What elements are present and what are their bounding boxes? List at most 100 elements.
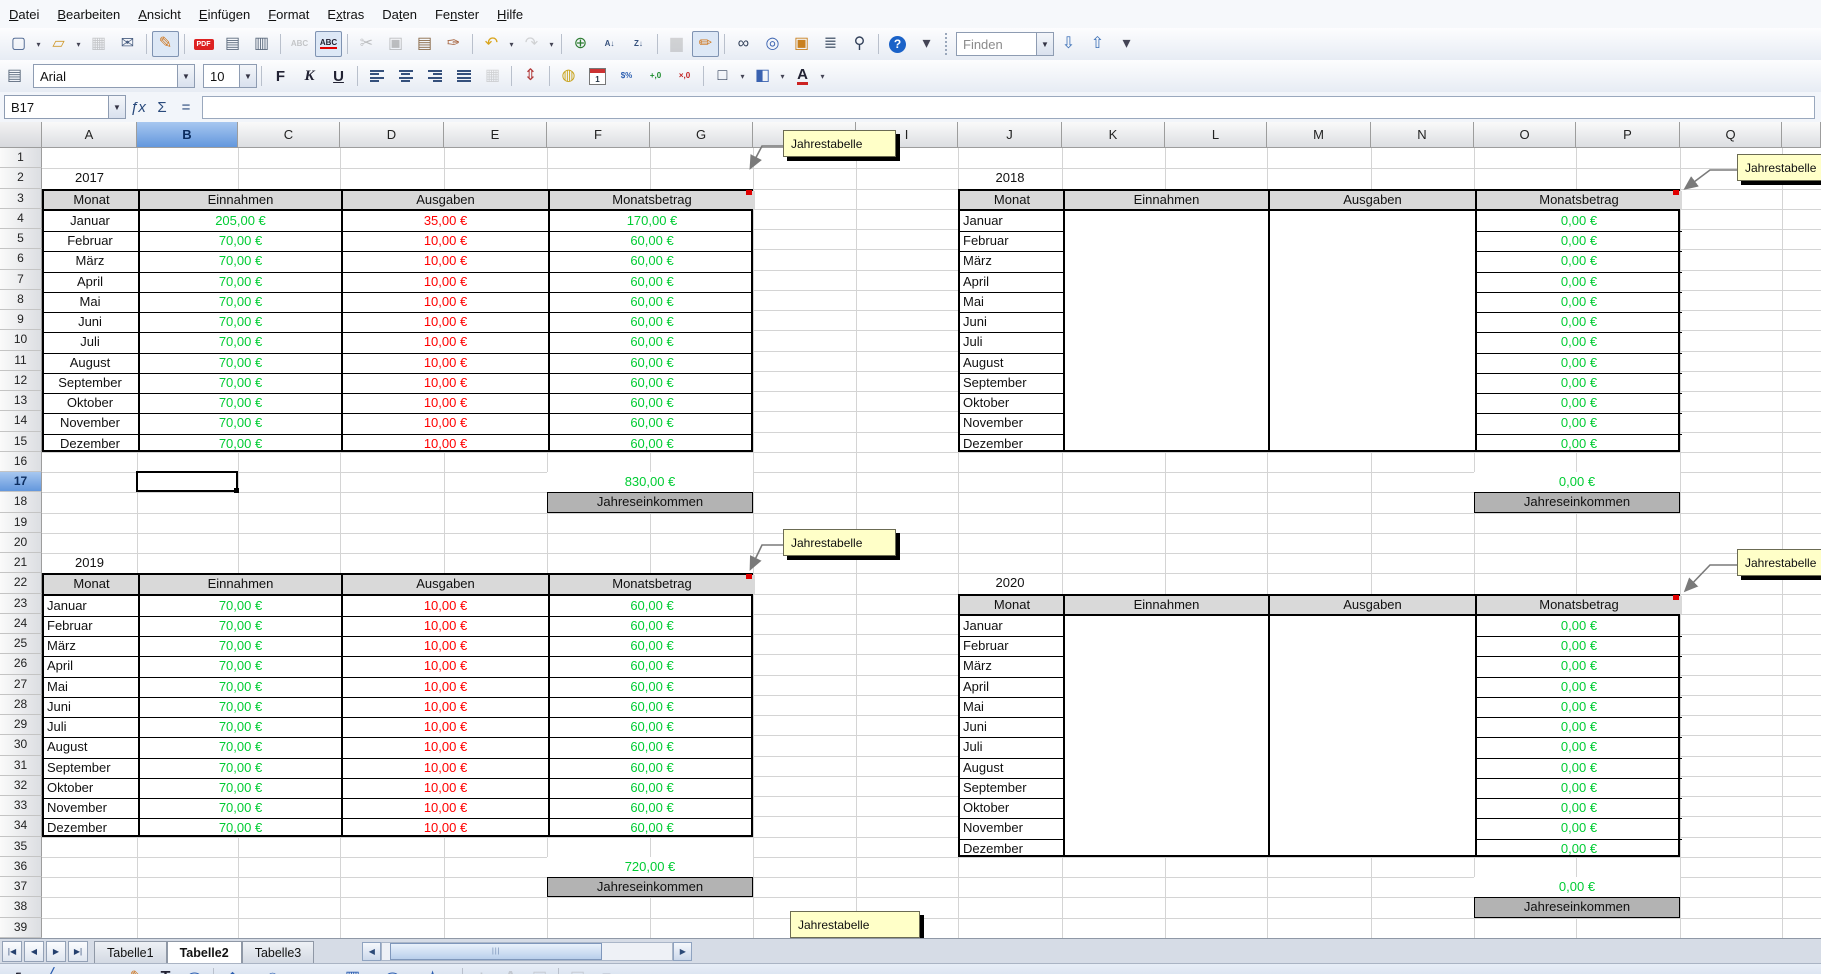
cell-ausgaben[interactable]: 10,00 € xyxy=(342,656,549,676)
row-header-14[interactable]: 14 xyxy=(0,411,42,431)
cell-month[interactable]: August xyxy=(44,353,136,373)
new-document-dropdown-icon[interactable]: ▾ xyxy=(33,32,44,56)
cell-monatsbetrag[interactable]: 0,00 € xyxy=(1476,353,1682,373)
scroll-left-icon[interactable]: ◀ xyxy=(362,942,381,961)
menu-extras[interactable]: Extras xyxy=(318,4,373,25)
cell-monatsbetrag[interactable]: 0,00 € xyxy=(1476,211,1682,231)
background-color-dropdown-icon[interactable]: ▾ xyxy=(777,64,788,88)
cell-ausgaben[interactable]: 10,00 € xyxy=(342,737,549,757)
cell-month[interactable]: Februar xyxy=(44,231,136,251)
cell-month[interactable]: Dezember xyxy=(47,818,139,838)
row-header-4[interactable]: 4 xyxy=(0,209,42,229)
open-dropdown-icon[interactable]: ▾ xyxy=(73,32,84,56)
number-format-date-button[interactable]: 1 xyxy=(584,63,611,89)
cell-monatsbetrag[interactable]: 170,00 € xyxy=(549,211,755,231)
paste-button[interactable]: ▤ xyxy=(411,31,438,57)
row-header-32[interactable]: 32 xyxy=(0,776,42,796)
number-format-currency-button[interactable]: ◍ xyxy=(555,63,582,89)
menu-ansicht[interactable]: Ansicht xyxy=(129,4,190,25)
background-color-button[interactable]: ◧ xyxy=(749,63,776,89)
cell-einnahmen[interactable]: 70,00 € xyxy=(139,697,342,717)
cell-ausgaben[interactable]: 10,00 € xyxy=(342,312,549,332)
row-header-3[interactable]: 3 xyxy=(0,189,42,209)
cell-month[interactable]: April xyxy=(44,272,136,292)
cell-monatsbetrag[interactable]: 0,00 € xyxy=(1476,413,1682,433)
underline-button[interactable]: U xyxy=(325,63,352,89)
edit-file-button[interactable]: ✎ xyxy=(152,31,179,57)
row-header-17[interactable]: 17 xyxy=(0,472,42,492)
font-size-dropdown-icon[interactable]: ▼ xyxy=(239,65,256,87)
formula-input[interactable] xyxy=(202,96,1815,119)
cell-monatsbetrag[interactable]: 60,00 € xyxy=(549,697,755,717)
row-header-1[interactable]: 1 xyxy=(0,148,42,168)
align-right-button[interactable] xyxy=(421,63,448,89)
cell-month[interactable]: Mai xyxy=(963,292,1064,312)
find-previous-button[interactable]: ⇧ xyxy=(1084,31,1111,57)
gallery-button[interactable]: ▣ xyxy=(788,31,815,57)
scroll-right-icon[interactable]: ▶ xyxy=(673,942,692,961)
cell-ausgaben[interactable]: 10,00 € xyxy=(342,616,549,636)
cell-einnahmen[interactable]: 70,00 € xyxy=(139,231,342,251)
show-draw-functions-button[interactable]: ✏ xyxy=(692,31,719,57)
cell-monatsbetrag[interactable]: 60,00 € xyxy=(549,292,755,312)
cell-monatsbetrag[interactable]: 0,00 € xyxy=(1476,636,1682,656)
cell-monatsbetrag[interactable]: 60,00 € xyxy=(549,677,755,697)
italic-button[interactable]: K xyxy=(296,63,323,89)
year-title-2019[interactable]: 2019 xyxy=(42,553,137,573)
cell-month[interactable]: August xyxy=(47,737,139,757)
cell-monatsbetrag[interactable]: 0,00 € xyxy=(1476,656,1682,676)
row-header-5[interactable]: 5 xyxy=(0,229,42,249)
add-decimal-place-button[interactable]: +,0 xyxy=(642,63,669,89)
row-header-39[interactable]: 39 xyxy=(0,918,42,938)
column-header-B[interactable]: B xyxy=(137,122,238,148)
cell-monatsbetrag[interactable]: 60,00 € xyxy=(549,616,755,636)
row-header-13[interactable]: 13 xyxy=(0,391,42,411)
row-header-21[interactable]: 21 xyxy=(0,553,42,573)
annual-total-value-2017[interactable]: 830,00 € xyxy=(547,472,753,492)
find-combobox[interactable]: Finden▼ xyxy=(956,32,1054,56)
spreadsheet-grid[interactable]: 2017MonatEinnahmenAusgabenMonatsbetragJa… xyxy=(0,122,1821,938)
cell-monatsbetrag[interactable]: 0,00 € xyxy=(1476,312,1682,332)
cell-monatsbetrag[interactable]: 0,00 € xyxy=(1476,434,1682,454)
cell-month[interactable]: Oktober xyxy=(963,393,1064,413)
cell-month[interactable]: Dezember xyxy=(963,434,1064,454)
cell-monatsbetrag[interactable]: 60,00 € xyxy=(549,737,755,757)
cell-month[interactable]: Oktober xyxy=(44,393,136,413)
header-ausgaben-2020[interactable]: Ausgaben xyxy=(1269,596,1476,614)
cell-ausgaben[interactable]: 10,00 € xyxy=(342,596,549,616)
select-button[interactable]: ↖ xyxy=(7,965,34,974)
cell-month[interactable]: Mai xyxy=(47,677,139,697)
row-header-37[interactable]: 37 xyxy=(0,877,42,897)
row-header-12[interactable]: 12 xyxy=(0,371,42,391)
font-size-combobox[interactable]: 10 ▼ xyxy=(203,64,257,88)
export-pdf-button[interactable]: PDF xyxy=(190,31,217,57)
cell-einnahmen[interactable]: 205,00 € xyxy=(139,211,342,231)
cell-month[interactable]: Juli xyxy=(47,717,139,737)
cell-ausgaben[interactable]: 10,00 € xyxy=(342,332,549,352)
cell-ausgaben[interactable]: 10,00 € xyxy=(342,717,549,737)
row-header-2[interactable]: 2 xyxy=(0,168,42,188)
row-header-27[interactable]: 27 xyxy=(0,675,42,695)
find-dropdown-icon[interactable]: ▼ xyxy=(1036,33,1053,55)
row-header-38[interactable]: 38 xyxy=(0,897,42,917)
borders-button[interactable]: □ xyxy=(709,63,736,89)
cell-month[interactable]: April xyxy=(47,656,139,676)
column-header-Q[interactable]: Q xyxy=(1680,122,1782,148)
cell-ausgaben[interactable]: 10,00 € xyxy=(342,818,549,838)
cell-monatsbetrag[interactable]: 60,00 € xyxy=(549,434,755,454)
first-sheet-button[interactable]: |◀ xyxy=(2,941,22,962)
header-einnahmen-2019[interactable]: Einnahmen xyxy=(139,575,342,593)
row-header-36[interactable]: 36 xyxy=(0,857,42,877)
cell-monatsbetrag[interactable]: 0,00 € xyxy=(1476,839,1682,859)
header-monat-2020[interactable]: Monat xyxy=(960,596,1064,614)
find-toolbar-grip[interactable] xyxy=(945,33,952,55)
bold-button[interactable]: F xyxy=(267,63,294,89)
cell-einnahmen[interactable]: 70,00 € xyxy=(139,332,342,352)
cell-monatsbetrag[interactable]: 60,00 € xyxy=(549,353,755,373)
sheet-tab-tabelle2[interactable]: Tabelle2 xyxy=(167,941,242,964)
cell-month[interactable]: Juli xyxy=(963,737,1064,757)
cell-monatsbetrag[interactable]: 60,00 € xyxy=(549,717,755,737)
last-sheet-button[interactable]: ▶| xyxy=(68,941,88,962)
cell-einnahmen[interactable]: 70,00 € xyxy=(139,272,342,292)
header-monatsbetrag-2019[interactable]: Monatsbetrag xyxy=(549,575,755,593)
